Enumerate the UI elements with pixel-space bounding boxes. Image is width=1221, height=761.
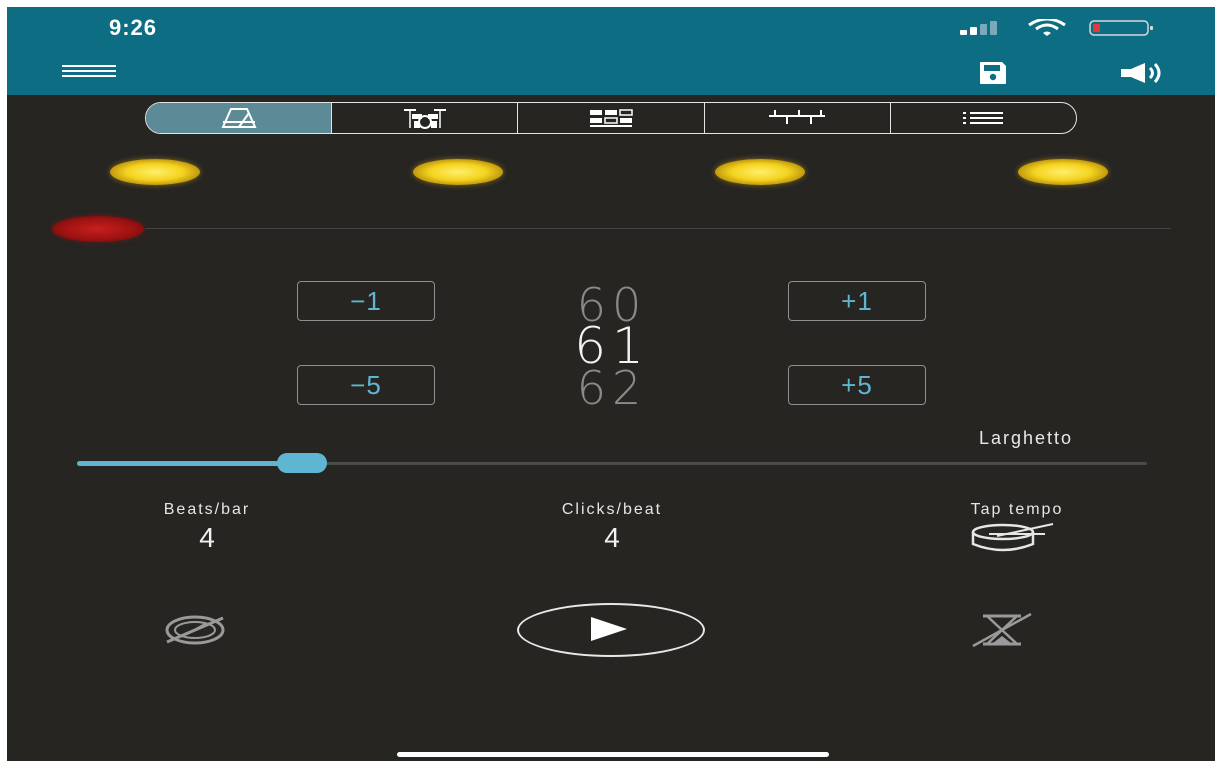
list-icon	[963, 112, 1004, 124]
beats-per-bar-label: Beats/bar	[163, 501, 251, 518]
tempo-marking-label: Larghetto	[979, 428, 1074, 448]
tempo-plus-5-button[interactable]: +5	[788, 365, 926, 405]
volume-icon[interactable]	[1119, 61, 1173, 85]
tap-tempo-label: Tap tempo	[970, 501, 1064, 518]
tab-pattern-grid[interactable]	[518, 103, 705, 133]
tempo-slider-thumb[interactable]	[276, 453, 327, 473]
beat-light-3	[715, 159, 805, 185]
speed-trainer-icon[interactable]	[161, 612, 231, 653]
beats-per-bar-value[interactable]: 4	[177, 522, 237, 554]
save-icon[interactable]	[979, 61, 1007, 85]
beat-light-4	[1018, 159, 1108, 185]
mixer-icon	[769, 110, 826, 124]
app-header: 9:26	[7, 7, 1215, 95]
tab-metronome[interactable]	[146, 103, 333, 133]
status-time: 9:26	[109, 15, 158, 40]
beat-light-1	[110, 159, 200, 185]
clicks-per-beat-label: Clicks/beat	[561, 501, 663, 518]
play-button[interactable]	[517, 603, 705, 657]
cellular-signal-icon	[960, 19, 1008, 35]
tempo-plus-1-button[interactable]: +1	[788, 281, 926, 321]
beat-light-2	[413, 159, 503, 185]
tempo-next-value[interactable]: 62	[507, 365, 717, 411]
tempo-minus-5-button[interactable]: −5	[297, 365, 435, 405]
mode-tabs	[145, 102, 1077, 134]
play-icon	[591, 617, 627, 641]
home-indicator[interactable]	[397, 752, 829, 757]
grid-pattern-icon	[590, 109, 633, 127]
battery-icon	[1089, 19, 1157, 36]
tempo-slider-fill	[77, 461, 302, 466]
menu-icon[interactable]	[62, 65, 116, 79]
drum-kit-icon	[403, 109, 446, 129]
tab-mixer[interactable]	[705, 103, 891, 133]
tab-drum-kit[interactable]	[332, 103, 519, 133]
tap-tempo-drum-icon[interactable]	[967, 522, 1057, 559]
bar-progress-track	[145, 228, 1171, 229]
timer-off-icon[interactable]	[969, 612, 1035, 653]
clicks-per-beat-value[interactable]: 4	[582, 522, 642, 554]
metronome-icon	[221, 108, 257, 128]
tab-list[interactable]	[891, 103, 1076, 133]
tempo-minus-1-button[interactable]: −1	[297, 281, 435, 321]
downbeat-light	[52, 216, 144, 242]
wifi-icon	[1027, 17, 1067, 36]
metronome-screen: 9:26 −1 +1 −5 +5 60 61 62 Larghetto Beat…	[7, 7, 1215, 761]
